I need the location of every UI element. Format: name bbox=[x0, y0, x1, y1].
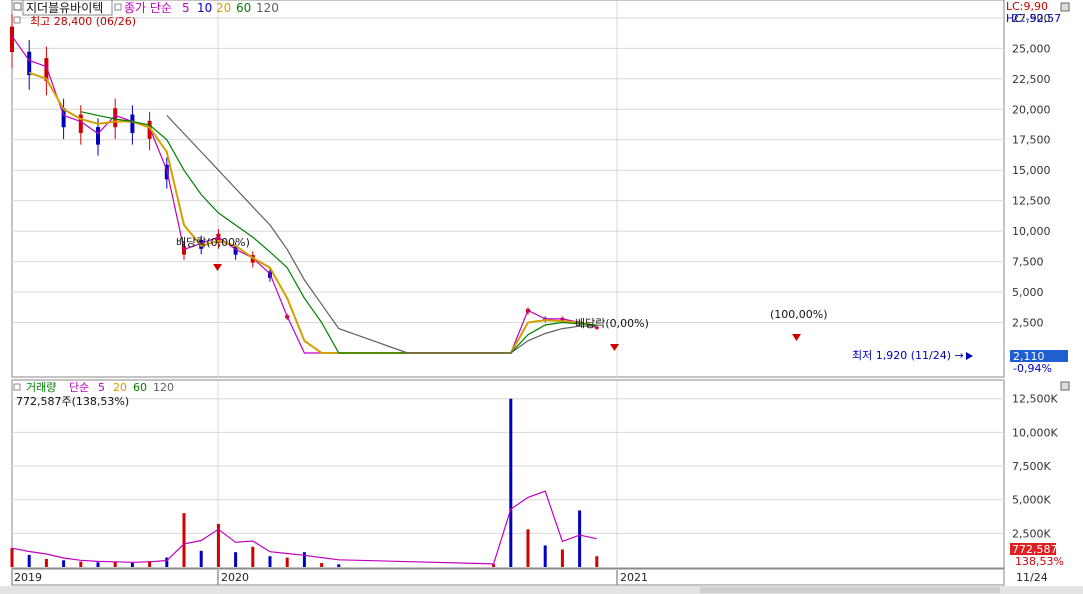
x-label-2019: 2019 bbox=[14, 571, 42, 584]
price-y-tick: 12,500 bbox=[1012, 195, 1051, 208]
bottom-scroll-bar[interactable] bbox=[0, 586, 1083, 594]
x-label-2020: 2020 bbox=[221, 571, 249, 584]
x-label-2021: 2021 bbox=[620, 571, 648, 584]
price-candle bbox=[96, 127, 100, 145]
stock-chart: 27,50025,00022,50020,00017,50015,00012,5… bbox=[0, 0, 1083, 594]
price-y-tick: 25,000 bbox=[1012, 42, 1051, 55]
volume-current: 772,587주(138,53%) bbox=[16, 395, 129, 408]
volume-y-tick: 5,000K bbox=[1012, 494, 1051, 507]
volume-bar bbox=[10, 548, 14, 567]
volume-bar bbox=[509, 398, 513, 567]
volume-bar bbox=[182, 513, 186, 567]
volume-bar bbox=[578, 510, 582, 567]
volume-bar bbox=[492, 564, 496, 567]
low-marker: 최저 1,920 (11/24) → bbox=[852, 349, 964, 362]
volume-bar bbox=[285, 557, 289, 567]
price-y-tick: 5,000 bbox=[1012, 286, 1044, 299]
dividend-annotation-1: 배당락(0,00%) bbox=[176, 236, 250, 249]
price-y-tick: 10,000 bbox=[1012, 225, 1051, 238]
vol-ma-60-label: 60 bbox=[133, 381, 147, 394]
ma-legend-icon bbox=[114, 3, 122, 11]
ma-120-label: 120 bbox=[256, 1, 279, 15]
pane-close-icon[interactable] bbox=[1060, 2, 1070, 12]
volume-bar bbox=[337, 564, 341, 567]
ma-label: 종가 단순 bbox=[124, 1, 172, 15]
volume-bar bbox=[130, 562, 134, 567]
price-candle bbox=[27, 51, 32, 76]
volume-bar bbox=[27, 554, 31, 567]
price-y-tick: 7,500 bbox=[1012, 256, 1044, 269]
volume-ma-label: 단순 bbox=[69, 381, 89, 394]
volume-bar bbox=[526, 529, 530, 567]
volume-bar bbox=[302, 552, 306, 567]
volume-bar bbox=[595, 556, 599, 567]
volume-bar bbox=[44, 558, 48, 567]
ma-5-label: 5 bbox=[182, 1, 190, 15]
price-y-tick: 17,500 bbox=[1012, 134, 1051, 147]
volume-y-tick: 12,500K bbox=[1012, 393, 1058, 406]
last-change: -0,94% bbox=[1013, 362, 1052, 375]
vol-ma-120-label: 120 bbox=[153, 381, 174, 394]
volume-bar bbox=[320, 562, 324, 567]
price-y-tick: 20,000 bbox=[1012, 103, 1051, 116]
volume-bar bbox=[560, 549, 564, 567]
ma-10-label: 10 bbox=[197, 1, 212, 15]
volume-bar bbox=[96, 562, 100, 567]
x-axis: 2019 2020 2021 11/24 bbox=[11, 568, 1048, 586]
vol-ma-20-label: 20 bbox=[113, 381, 127, 394]
ma-60-label: 60 bbox=[236, 1, 251, 15]
pane-menu-icon[interactable] bbox=[13, 2, 22, 11]
hc-value: HC:-92,57 bbox=[1006, 12, 1061, 25]
volume-bar bbox=[543, 545, 547, 567]
volume-bar bbox=[79, 561, 83, 567]
price-y-tick: 15,000 bbox=[1012, 164, 1051, 177]
volume-bar bbox=[251, 546, 255, 567]
price-y-tick: 2,500 bbox=[1012, 317, 1044, 330]
stock-name: 지더블유바이텍 bbox=[26, 1, 103, 15]
price-candle bbox=[10, 26, 14, 52]
volume-bar bbox=[234, 552, 238, 567]
last-volume-pct: 138,53% bbox=[1015, 555, 1064, 568]
split-annotation: (100,00%) bbox=[770, 308, 828, 321]
volume-title: 거래량 bbox=[26, 381, 56, 394]
volume-bar bbox=[268, 556, 272, 567]
ma-20-label: 20 bbox=[216, 1, 231, 15]
pane-close-icon-2[interactable] bbox=[1060, 381, 1070, 391]
volume-y-tick: 7,500K bbox=[1012, 460, 1051, 473]
volume-bar bbox=[199, 550, 203, 567]
vol-ma-5-label: 5 bbox=[98, 381, 105, 394]
volume-menu-icon[interactable] bbox=[13, 383, 21, 391]
volume-y-tick: 10,000K bbox=[1012, 426, 1058, 439]
price-y-tick: 22,500 bbox=[1012, 73, 1051, 86]
high-marker-icon bbox=[13, 16, 21, 24]
volume-bar bbox=[62, 560, 66, 567]
x-label-last-date: 11/24 bbox=[1016, 571, 1048, 584]
volume-y-tick: 2,500K bbox=[1012, 527, 1051, 540]
price-candle bbox=[130, 114, 135, 134]
high-marker: 최고 28,400 (06/26) bbox=[30, 15, 136, 28]
dividend-annotation-2: 배당락(0,00%) bbox=[575, 317, 649, 330]
